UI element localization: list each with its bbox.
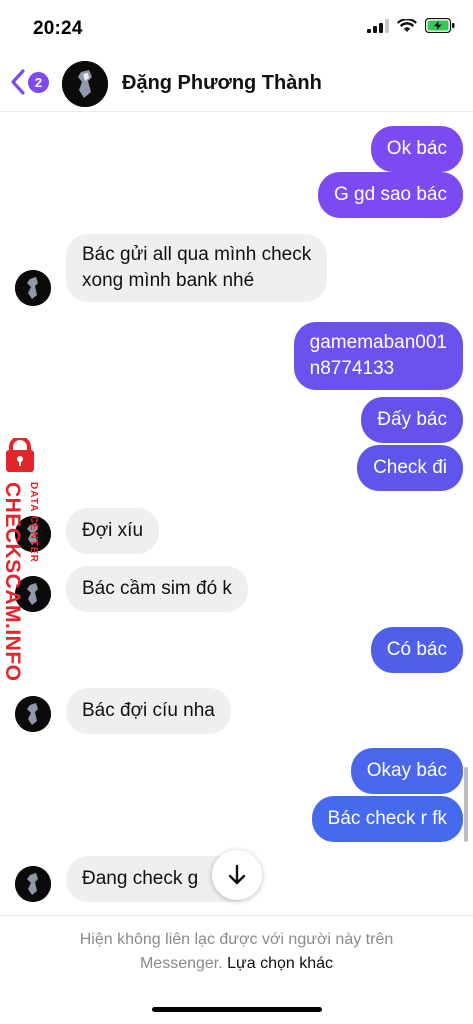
composer-unavailable-footer: Hiện không liên lạc được với người này t… bbox=[0, 915, 473, 1024]
message-bubble-incoming[interactable]: Bác đợi cíu nha bbox=[66, 688, 231, 734]
message-bubble-outgoing[interactable]: G gd sao bác bbox=[317, 172, 463, 218]
message-bubble-incoming[interactable]: Bác cầm sim đó k bbox=[66, 566, 248, 612]
back-button[interactable]: 2 bbox=[10, 68, 49, 96]
message-text: Đang check g bbox=[82, 868, 199, 889]
message-bubble-outgoing[interactable]: Có bác bbox=[370, 627, 463, 673]
message-bubble-outgoing[interactable]: Check đi bbox=[357, 445, 463, 491]
message-bubble-incoming[interactable]: Đợi xíu bbox=[66, 508, 160, 554]
message-bubble-outgoing[interactable]: Okay bác bbox=[350, 748, 463, 794]
message-text: Ok bác bbox=[386, 138, 447, 159]
message-text: Có bác bbox=[386, 639, 447, 660]
unread-badge: 2 bbox=[28, 71, 49, 93]
message-bubble-outgoing[interactable]: Đấy bác bbox=[361, 397, 463, 443]
contact-avatar[interactable] bbox=[62, 61, 108, 107]
chat-header: 2 Đặng Phương Thành bbox=[0, 56, 473, 112]
arrow-down-icon bbox=[228, 864, 246, 885]
avatar-image bbox=[15, 696, 51, 732]
battery-charging-icon bbox=[425, 18, 455, 33]
watermark-sub: DATA CENTER bbox=[28, 482, 39, 563]
notice-line-1: Hiện không liên lạc được với người này t… bbox=[79, 931, 394, 948]
contact-avatar-small[interactable] bbox=[15, 696, 51, 732]
message-bubble-outgoing[interactable]: Ok bác bbox=[370, 126, 463, 172]
notice-prefix: Messenger. bbox=[139, 955, 223, 972]
message-text: Đấy bác bbox=[377, 409, 447, 430]
status-bar: 20:24 bbox=[0, 0, 473, 56]
avatar-image bbox=[62, 61, 108, 107]
message-text: Bác gửi all qua mình check bbox=[82, 244, 312, 265]
other-options-link[interactable]: Lựa chọn khác bbox=[227, 955, 333, 972]
message-text: Okay bác bbox=[366, 760, 447, 781]
message-text: Check đi bbox=[373, 457, 447, 478]
signal-icon bbox=[367, 18, 389, 33]
notice-line-2: Messenger. Lựa chọn khác bbox=[30, 952, 443, 976]
avatar-image bbox=[15, 866, 51, 902]
message-bubble-outgoing[interactable]: gamemaban001 n8774133 bbox=[293, 322, 463, 390]
watermark-brand: CHECKSCAM.INFO bbox=[1, 482, 24, 682]
scroll-to-bottom-button[interactable] bbox=[212, 850, 262, 900]
message-text: gamemaban001 bbox=[309, 332, 447, 353]
message-text: Bác cầm sim đó k bbox=[82, 578, 232, 599]
checkscam-watermark: CHECKSCAM.INFO DATA CENTER bbox=[1, 436, 50, 682]
contact-avatar-small[interactable] bbox=[15, 866, 51, 902]
unavailable-notice: Hiện không liên lạc được với người này t… bbox=[30, 928, 443, 976]
home-indicator[interactable] bbox=[152, 1007, 322, 1012]
message-text: xong mình bank nhé bbox=[82, 270, 255, 291]
contact-avatar-small[interactable] bbox=[15, 270, 51, 306]
scrollbar[interactable] bbox=[464, 767, 468, 842]
message-list[interactable]: Ok bác G gd sao bác Bác gửi all qua mình… bbox=[0, 112, 473, 915]
contact-name[interactable]: Đặng Phương Thành bbox=[122, 72, 322, 95]
avatar-image bbox=[15, 270, 51, 306]
message-bubble-outgoing[interactable]: Bác check r fk bbox=[311, 796, 463, 842]
message-text: Đợi xíu bbox=[82, 520, 144, 541]
message-text: G gd sao bác bbox=[333, 184, 447, 205]
status-icons bbox=[367, 18, 455, 33]
message-text: n8774133 bbox=[309, 358, 395, 379]
message-text: Bác check r fk bbox=[327, 808, 447, 829]
chevron-left-icon bbox=[11, 69, 25, 95]
message-text: Bác đợi cíu nha bbox=[82, 700, 215, 721]
status-time: 20:24 bbox=[33, 18, 83, 39]
message-bubble-incoming[interactable]: Bác gửi all qua mình check xong mình ban… bbox=[66, 234, 328, 302]
wifi-icon bbox=[397, 18, 417, 32]
